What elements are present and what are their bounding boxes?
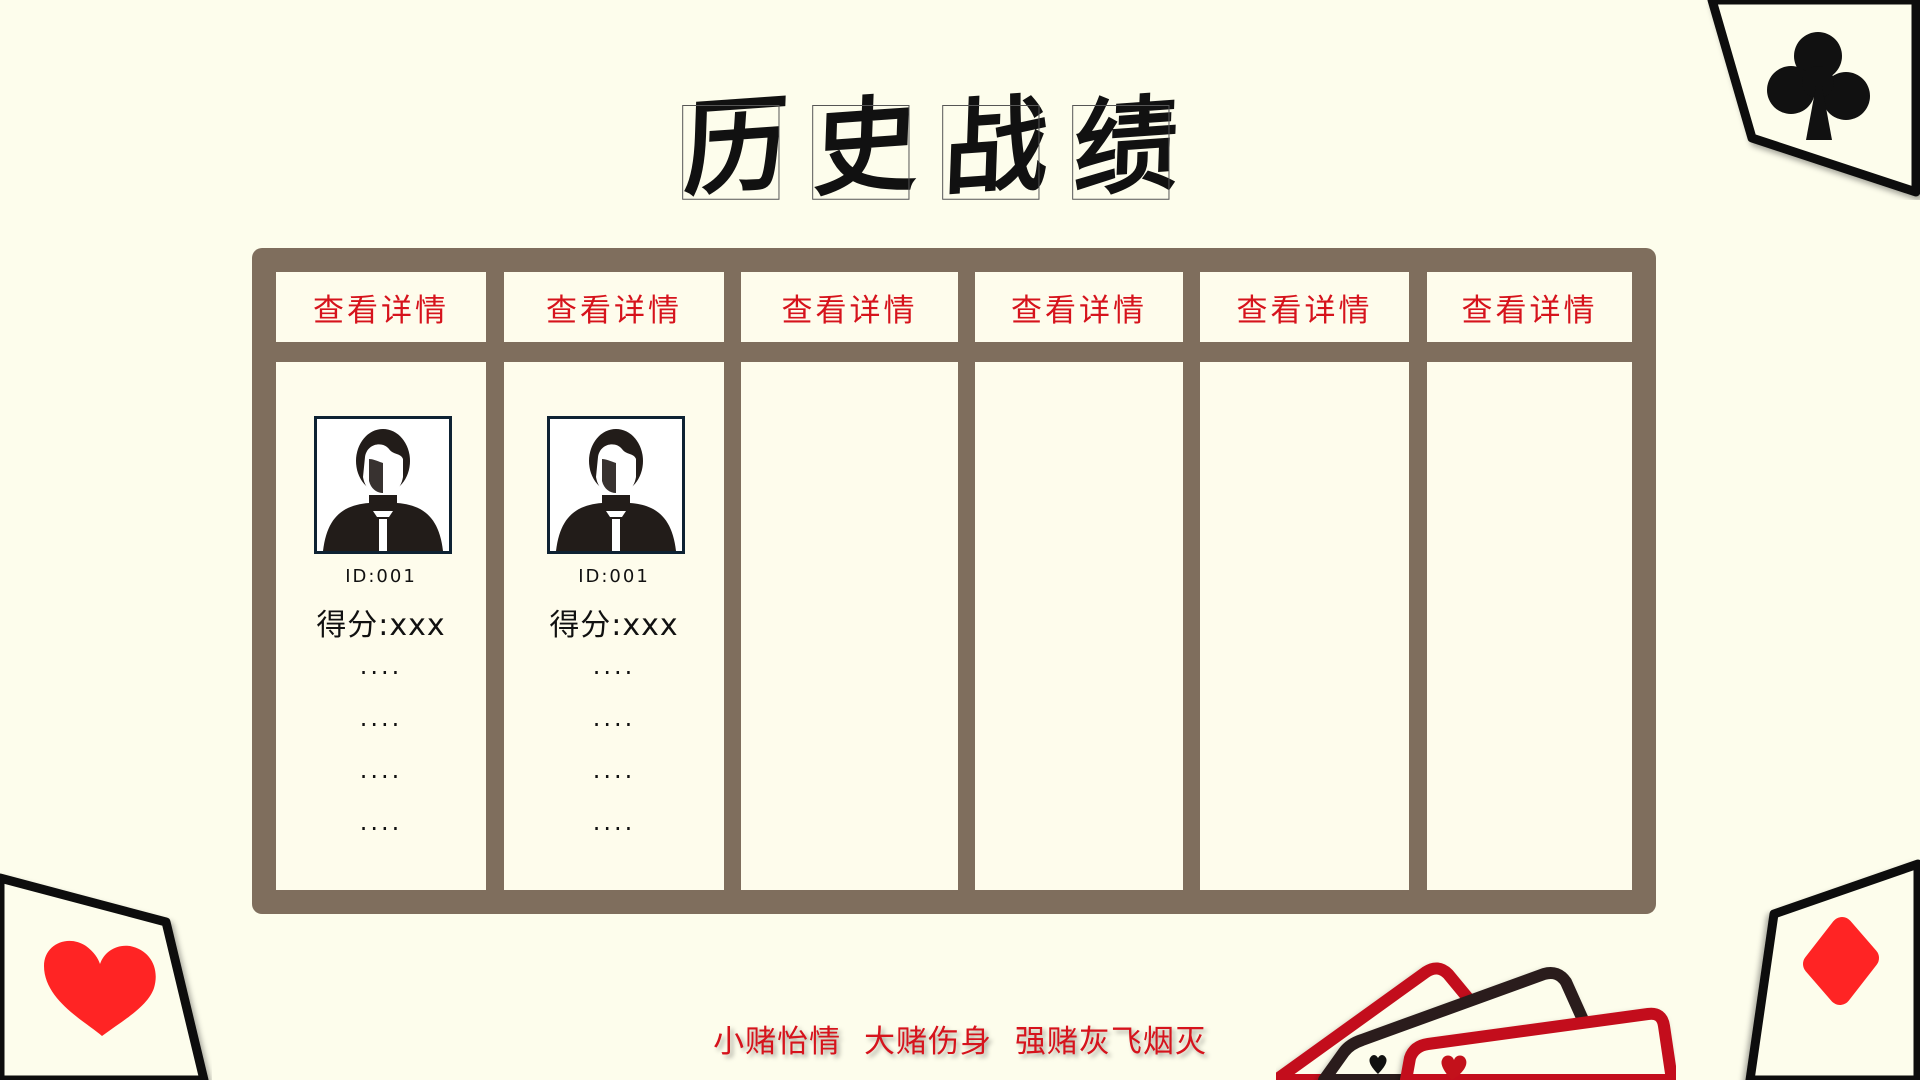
page-title: 历 史 战 绩: [681, 81, 1206, 212]
player-id: ID:001: [345, 566, 417, 587]
view-details-button-3[interactable]: 查看详情: [741, 272, 958, 342]
record-column-5: [1200, 362, 1409, 890]
title-char-2: 史: [811, 81, 921, 212]
avatar: [314, 416, 452, 554]
history-board: 查看详情 查看详情 查看详情 查看详情 查看详情 查看详情 ID:001 得分:…: [252, 248, 1656, 914]
record-column-3: [741, 362, 958, 890]
avatar: [547, 416, 685, 554]
record-line: ....: [592, 808, 636, 836]
record-line: ....: [359, 808, 403, 836]
person-icon: [323, 429, 443, 551]
diamond-card-icon: [1745, 859, 1920, 1080]
view-details-button-6[interactable]: 查看详情: [1427, 272, 1632, 342]
record-line: ....: [592, 704, 636, 732]
view-details-button-5[interactable]: 查看详情: [1200, 272, 1409, 342]
record-line: ....: [359, 652, 403, 680]
club-card-icon: [1707, 0, 1920, 197]
record-column-1: ID:001 得分:xxx .... .... .... ....: [276, 362, 486, 890]
heart-card-icon: [0, 873, 209, 1080]
record-column-6: [1427, 362, 1632, 890]
title-char-4: 绩: [1071, 81, 1181, 212]
record-column-4: [975, 362, 1183, 890]
player-score: 得分:xxx: [549, 608, 679, 643]
view-details-button-4[interactable]: 查看详情: [975, 272, 1183, 342]
record-column-2: ID:001 得分:xxx .... .... .... ....: [504, 362, 724, 890]
slogan-part-2: 大赌伤身: [864, 1024, 992, 1060]
slogan-part-1: 小赌怡情: [713, 1024, 842, 1060]
record-line: ....: [359, 756, 403, 784]
title-char-3: 战: [941, 81, 1051, 212]
record-line: ....: [592, 652, 636, 680]
card-fan-icon: [1276, 962, 1676, 1080]
player-id: ID:001: [578, 566, 650, 587]
record-line: ....: [592, 756, 636, 784]
view-details-button-1[interactable]: 查看详情: [276, 272, 486, 342]
person-icon: [556, 429, 676, 551]
record-line: ....: [359, 704, 403, 732]
slogan-part-3: 强赌灰飞烟灭: [1014, 1024, 1207, 1060]
view-details-button-2[interactable]: 查看详情: [504, 272, 724, 342]
player-score: 得分:xxx: [316, 608, 446, 643]
title-char-1: 历: [681, 81, 791, 212]
